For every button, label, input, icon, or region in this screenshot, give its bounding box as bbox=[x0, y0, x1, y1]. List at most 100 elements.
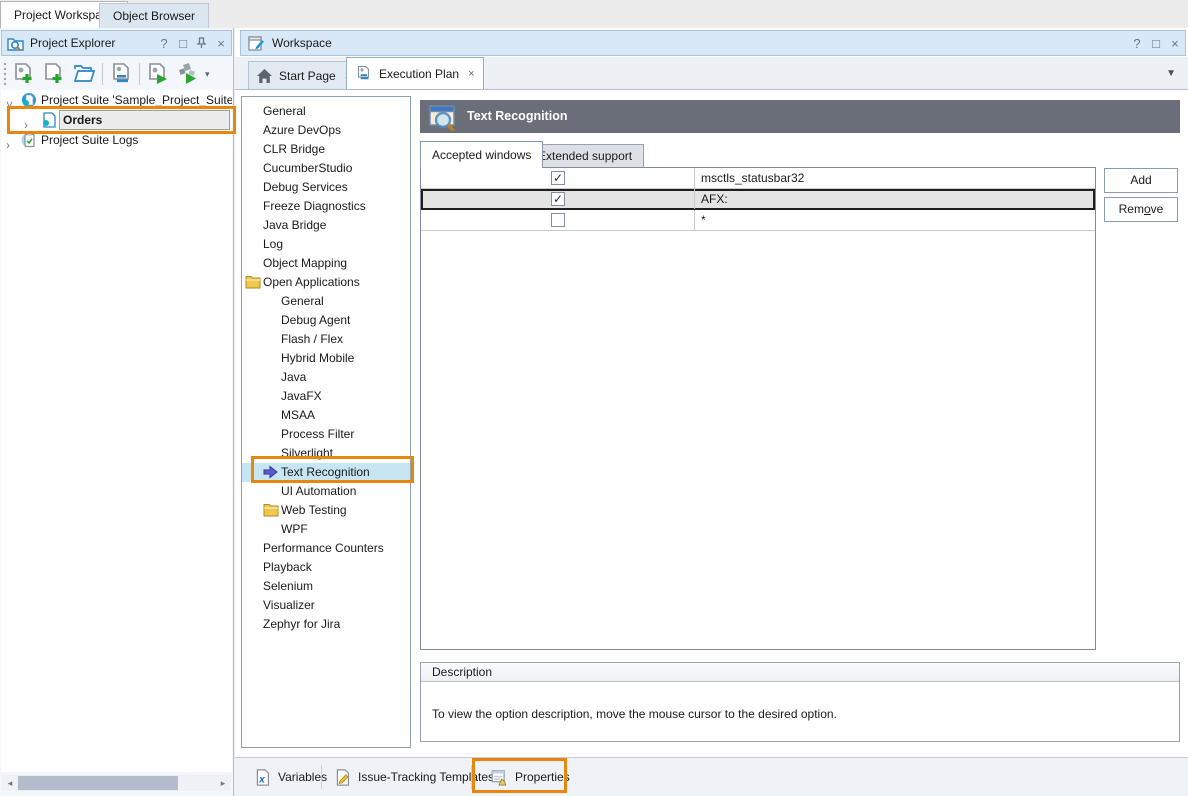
tab-list-dropdown-icon[interactable]: ▼ bbox=[1166, 68, 1176, 79]
organize-items-icon[interactable] bbox=[106, 60, 136, 88]
help-icon[interactable]: ? bbox=[1131, 36, 1143, 51]
folder-icon bbox=[245, 275, 261, 289]
settings-item-open-apps-general[interactable]: General bbox=[242, 292, 410, 311]
add-new-item-icon[interactable] bbox=[39, 60, 69, 88]
tab-issue-tracking-templates[interactable]: Issue-Tracking Templates bbox=[323, 763, 505, 791]
toolbar-separator bbox=[102, 63, 103, 85]
settings-item-javafx[interactable]: JavaFX bbox=[242, 387, 410, 406]
toolbar-grip-handle[interactable] bbox=[2, 63, 7, 85]
settings-item-msaa[interactable]: MSAA bbox=[242, 406, 410, 425]
tab-start-page[interactable]: Start Page × bbox=[248, 61, 360, 89]
maximize-icon[interactable]: □ bbox=[177, 36, 189, 51]
scroll-left-icon[interactable]: ◂ bbox=[4, 777, 16, 789]
tree-item-label: Project Suite 'Sample_Project_Suite' (1 … bbox=[41, 90, 232, 110]
open-file-icon[interactable] bbox=[69, 60, 99, 88]
options-group-tree: General Azure DevOps CLR Bridge Cucumber… bbox=[241, 96, 411, 748]
run-project-suite-icon[interactable] bbox=[173, 60, 203, 88]
settings-item-debug-agent[interactable]: Debug Agent bbox=[242, 311, 410, 330]
run-item-icon[interactable] bbox=[143, 60, 173, 88]
add-button[interactable]: Add bbox=[1104, 168, 1178, 193]
run-dropdown-icon[interactable]: ▾ bbox=[205, 69, 210, 80]
settings-item-ui-automation[interactable]: UI Automation bbox=[242, 482, 410, 501]
tree-item-label: Orders bbox=[63, 110, 102, 130]
execution-plan-content: General Azure DevOps CLR Bridge Cucumber… bbox=[235, 90, 1188, 796]
grid-row[interactable]: * bbox=[421, 210, 1095, 231]
workspace-title: Workspace bbox=[272, 31, 332, 55]
settings-item-hybrid-mobile[interactable]: Hybrid Mobile bbox=[242, 349, 410, 368]
project-explorer-header: Project Explorer ? □ × bbox=[1, 30, 232, 56]
description-text: To view the option description, move the… bbox=[421, 682, 1179, 721]
application-tab-strip: Project Workspace Object Browser bbox=[0, 0, 1188, 28]
settings-item-java[interactable]: Java bbox=[242, 368, 410, 387]
settings-item-general[interactable]: General bbox=[242, 102, 410, 121]
settings-item-flash-flex[interactable]: Flash / Flex bbox=[242, 330, 410, 349]
settings-item-web-testing[interactable]: Web Testing bbox=[242, 501, 410, 520]
description-panel: Description To view the option descripti… bbox=[420, 662, 1180, 742]
help-icon[interactable]: ? bbox=[158, 36, 170, 51]
project-explorer-tree: ˅ Project Suite 'Sample_Project_Suite' (… bbox=[1, 90, 232, 772]
settings-item-text-recognition[interactable]: Text Recognition bbox=[242, 463, 410, 482]
selected-arrow-icon bbox=[263, 465, 278, 479]
close-icon[interactable]: × bbox=[1169, 36, 1181, 51]
tree-item-project-suite-logs[interactable]: › Project Suite Logs bbox=[1, 130, 232, 150]
settings-item-selenium[interactable]: Selenium bbox=[242, 577, 410, 596]
settings-item-visualizer[interactable]: Visualizer bbox=[242, 596, 410, 615]
document-tab-strip: Start Page × Execution Plan × ▼ bbox=[235, 57, 1188, 90]
settings-item-debug-services[interactable]: Debug Services bbox=[242, 178, 410, 197]
workspace-panel: Workspace ? □ × Start Page × Execution P… bbox=[235, 28, 1188, 796]
project-suite-icon bbox=[21, 92, 37, 108]
execution-plan-icon bbox=[355, 65, 372, 82]
bottom-tab-strip: x Variables Issue-Tracking Templates Pro… bbox=[235, 757, 1188, 796]
project-icon bbox=[41, 112, 57, 128]
chevron-down-icon[interactable]: ˅ bbox=[6, 95, 13, 110]
project-explorer-title: Project Explorer bbox=[30, 31, 115, 55]
close-icon[interactable]: × bbox=[215, 36, 227, 51]
project-explorer-panel: Project Explorer ? □ × ▾ bbox=[0, 28, 234, 796]
properties-icon bbox=[490, 769, 508, 786]
settings-item-wpf[interactable]: WPF bbox=[242, 520, 410, 539]
settings-item-object-mapping[interactable]: Object Mapping bbox=[242, 254, 410, 273]
settings-item-azure-devops[interactable]: Azure DevOps bbox=[242, 121, 410, 140]
row-checkbox[interactable] bbox=[551, 213, 565, 227]
folder-icon bbox=[263, 503, 279, 517]
row-checkbox[interactable]: ✓ bbox=[551, 171, 565, 185]
tree-item-orders[interactable]: › Orders bbox=[1, 110, 232, 130]
accepted-windows-grid[interactable]: ✓ msctls_statusbar32 ✓ AFX: * bbox=[420, 167, 1096, 650]
settings-item-zephyr-for-jira[interactable]: Zephyr for Jira bbox=[242, 615, 410, 634]
grid-row-selected[interactable]: ✓ AFX: bbox=[421, 189, 1095, 210]
horizontal-scrollbar[interactable]: ◂ ▸ bbox=[2, 775, 231, 791]
tree-item-label: Project Suite Logs bbox=[41, 130, 138, 150]
settings-item-cucumberstudio[interactable]: CucumberStudio bbox=[242, 159, 410, 178]
settings-item-java-bridge[interactable]: Java Bridge bbox=[242, 216, 410, 235]
settings-item-performance-counters[interactable]: Performance Counters bbox=[242, 539, 410, 558]
settings-item-playback[interactable]: Playback bbox=[242, 558, 410, 577]
options-page-header: Text Recognition bbox=[420, 100, 1180, 133]
logs-icon bbox=[21, 132, 37, 148]
add-project-icon[interactable] bbox=[9, 60, 39, 88]
project-explorer-icon bbox=[7, 35, 24, 52]
chevron-right-icon[interactable]: › bbox=[24, 115, 28, 130]
home-icon bbox=[257, 69, 272, 83]
settings-item-open-applications[interactable]: Open Applications bbox=[242, 273, 410, 292]
maximize-icon[interactable]: □ bbox=[1150, 36, 1162, 51]
settings-item-log[interactable]: Log bbox=[242, 235, 410, 254]
tab-extended-support[interactable]: Extended support bbox=[526, 144, 644, 168]
tab-object-browser[interactable]: Object Browser bbox=[99, 3, 209, 28]
settings-item-freeze-diagnostics[interactable]: Freeze Diagnostics bbox=[242, 197, 410, 216]
settings-item-clr-bridge[interactable]: CLR Bridge bbox=[242, 140, 410, 159]
chevron-right-icon[interactable]: › bbox=[6, 135, 10, 150]
tree-item-project-suite[interactable]: ˅ Project Suite 'Sample_Project_Suite' (… bbox=[1, 90, 232, 110]
row-checkbox[interactable]: ✓ bbox=[551, 192, 565, 206]
toolbar-separator bbox=[139, 63, 140, 85]
close-tab-icon[interactable]: × bbox=[468, 68, 474, 80]
settings-item-silverlight[interactable]: Silverlight bbox=[242, 444, 410, 463]
tab-properties[interactable]: Properties bbox=[479, 763, 581, 791]
scroll-right-icon[interactable]: ▸ bbox=[217, 777, 229, 789]
settings-item-process-filter[interactable]: Process Filter bbox=[242, 425, 410, 444]
tab-accepted-windows[interactable]: Accepted windows bbox=[420, 141, 543, 168]
pin-icon[interactable] bbox=[196, 37, 208, 49]
remove-button[interactable]: Remove bbox=[1104, 197, 1178, 222]
tab-execution-plan[interactable]: Execution Plan × bbox=[346, 57, 484, 89]
grid-row[interactable]: ✓ msctls_statusbar32 bbox=[421, 168, 1095, 189]
scrollbar-thumb[interactable] bbox=[18, 776, 178, 790]
